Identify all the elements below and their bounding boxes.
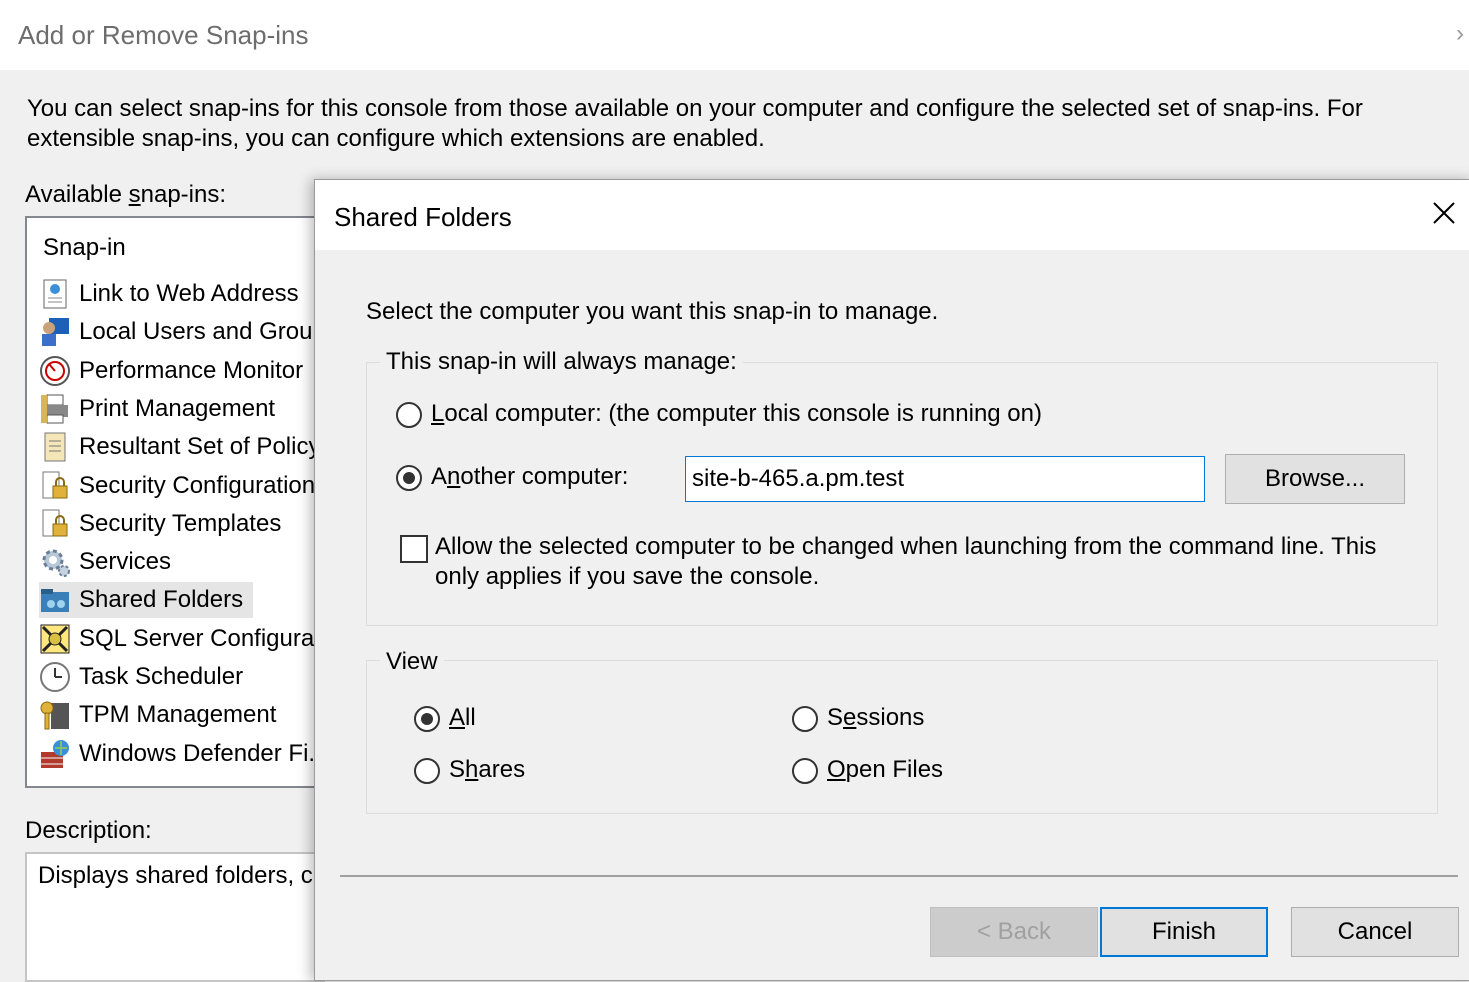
snapin-item[interactable]: Security Templates bbox=[39, 506, 281, 542]
computer-name-input[interactable] bbox=[685, 456, 1205, 502]
view-sessions-label[interactable]: Sessions bbox=[827, 704, 924, 732]
view-sessions-radio[interactable] bbox=[792, 706, 818, 732]
snapin-item[interactable]: Security Configuration... bbox=[39, 468, 325, 504]
shared-folder-icon bbox=[39, 584, 71, 616]
printer-icon bbox=[39, 393, 71, 425]
security-config-icon bbox=[39, 470, 71, 502]
available-snapins-label: Available snap-ins: bbox=[25, 181, 227, 208]
snapin-item-label: Performance Monitor bbox=[79, 356, 304, 384]
allow-change-label-line1[interactable]: Allow the selected computer to be change… bbox=[435, 533, 1376, 561]
shared-folders-dialog: Shared Folders Select the computer you w… bbox=[314, 179, 1469, 981]
view-open-files-radio[interactable] bbox=[792, 758, 818, 784]
footer-separator bbox=[340, 875, 1458, 877]
view-shares-label[interactable]: Shares bbox=[449, 756, 525, 784]
snapin-item[interactable]: Local Users and Groups bbox=[39, 314, 325, 350]
view-group bbox=[366, 660, 1438, 814]
performance-icon bbox=[39, 355, 71, 387]
snapin-list[interactable]: Snap-in Link to Web Address Local Users a… bbox=[25, 216, 325, 788]
description-box: Displays shared folders, cu bbox=[25, 852, 327, 982]
snapin-item[interactable]: TPM Management bbox=[39, 697, 276, 733]
sql-config-icon bbox=[39, 623, 71, 655]
snapin-item-label: Shared Folders bbox=[79, 586, 244, 614]
security-template-icon bbox=[39, 508, 71, 540]
cancel-button[interactable]: Cancel bbox=[1291, 907, 1459, 957]
snapin-item[interactable]: Services bbox=[39, 544, 171, 580]
web-link-icon bbox=[39, 278, 71, 310]
prompt-text: Select the computer you want this snap-i… bbox=[366, 298, 939, 325]
background-dialog-title: Add or Remove Snap-ins bbox=[18, 20, 309, 50]
view-all-label[interactable]: All bbox=[449, 704, 476, 732]
snapin-item-label: Task Scheduler bbox=[79, 663, 244, 690]
browse-button[interactable]: Browse... bbox=[1225, 454, 1405, 504]
snapin-item-label: Resultant Set of Policy bbox=[79, 433, 321, 461]
snapin-item[interactable]: Windows Defender Fi... bbox=[39, 736, 325, 772]
snapin-item-label: TPM Management bbox=[79, 701, 277, 729]
snapin-item-label: Security Templates bbox=[79, 509, 282, 537]
snapin-item[interactable]: Performance Monitor bbox=[39, 353, 303, 389]
close-icon[interactable] bbox=[1429, 198, 1459, 228]
view-group-label: View bbox=[380, 648, 444, 676]
snapin-item[interactable]: Link to Web Address bbox=[39, 276, 299, 312]
tpm-icon bbox=[39, 699, 71, 731]
description-label: Description: bbox=[25, 817, 152, 844]
snapin-item[interactable]: Print Management bbox=[39, 391, 275, 427]
background-close-icon[interactable]: › bbox=[1456, 20, 1464, 48]
local-computer-label[interactable]: Local computer: (the computer this conso… bbox=[431, 400, 1042, 428]
manage-group-label: This snap-in will always manage: bbox=[380, 348, 743, 376]
allow-change-label-line2[interactable]: only applies if you save the console. bbox=[435, 563, 819, 591]
snapin-item-label: Services bbox=[79, 548, 172, 576]
view-open-files-label[interactable]: Open Files bbox=[827, 756, 943, 784]
snapin-item-label: Local Users and Groups bbox=[79, 318, 325, 346]
snapin-item-label: SQL Server Configurat... bbox=[79, 624, 325, 652]
view-shares-radio[interactable] bbox=[414, 758, 440, 784]
snapin-item-label: Security Configuration... bbox=[79, 471, 325, 499]
snapin-item-label: Print Management bbox=[79, 394, 276, 422]
snapin-item-label: Link to Web Address bbox=[79, 280, 299, 307]
description-text: Displays shared folders, cu bbox=[38, 862, 327, 889]
snapin-item-label: Windows Defender Fi... bbox=[79, 739, 325, 767]
users-icon bbox=[39, 316, 71, 348]
snapin-column-header[interactable]: Snap-in bbox=[43, 234, 126, 262]
allow-change-checkbox[interactable] bbox=[400, 535, 428, 563]
clock-icon bbox=[39, 661, 71, 693]
policy-icon bbox=[39, 431, 71, 463]
snapin-item[interactable]: Task Scheduler bbox=[39, 659, 243, 695]
snapin-item[interactable]: Resultant Set of Policy bbox=[39, 429, 320, 465]
finish-button[interactable]: Finish bbox=[1100, 907, 1268, 957]
firewall-icon bbox=[39, 738, 71, 770]
another-computer-radio[interactable] bbox=[396, 465, 422, 491]
intro-text: You can select snap-ins for this console… bbox=[27, 95, 1363, 152]
dialog-title: Shared Folders bbox=[334, 202, 512, 232]
view-all-radio[interactable] bbox=[414, 706, 440, 732]
snapin-item[interactable]: Shared Folders bbox=[39, 582, 254, 619]
snapin-item[interactable]: SQL Server Configurat... bbox=[39, 621, 325, 657]
local-computer-radio[interactable] bbox=[396, 402, 422, 428]
gear-icon bbox=[39, 546, 71, 578]
another-computer-label[interactable]: Another computer: bbox=[431, 463, 628, 491]
back-button[interactable]: < Back bbox=[930, 907, 1098, 957]
